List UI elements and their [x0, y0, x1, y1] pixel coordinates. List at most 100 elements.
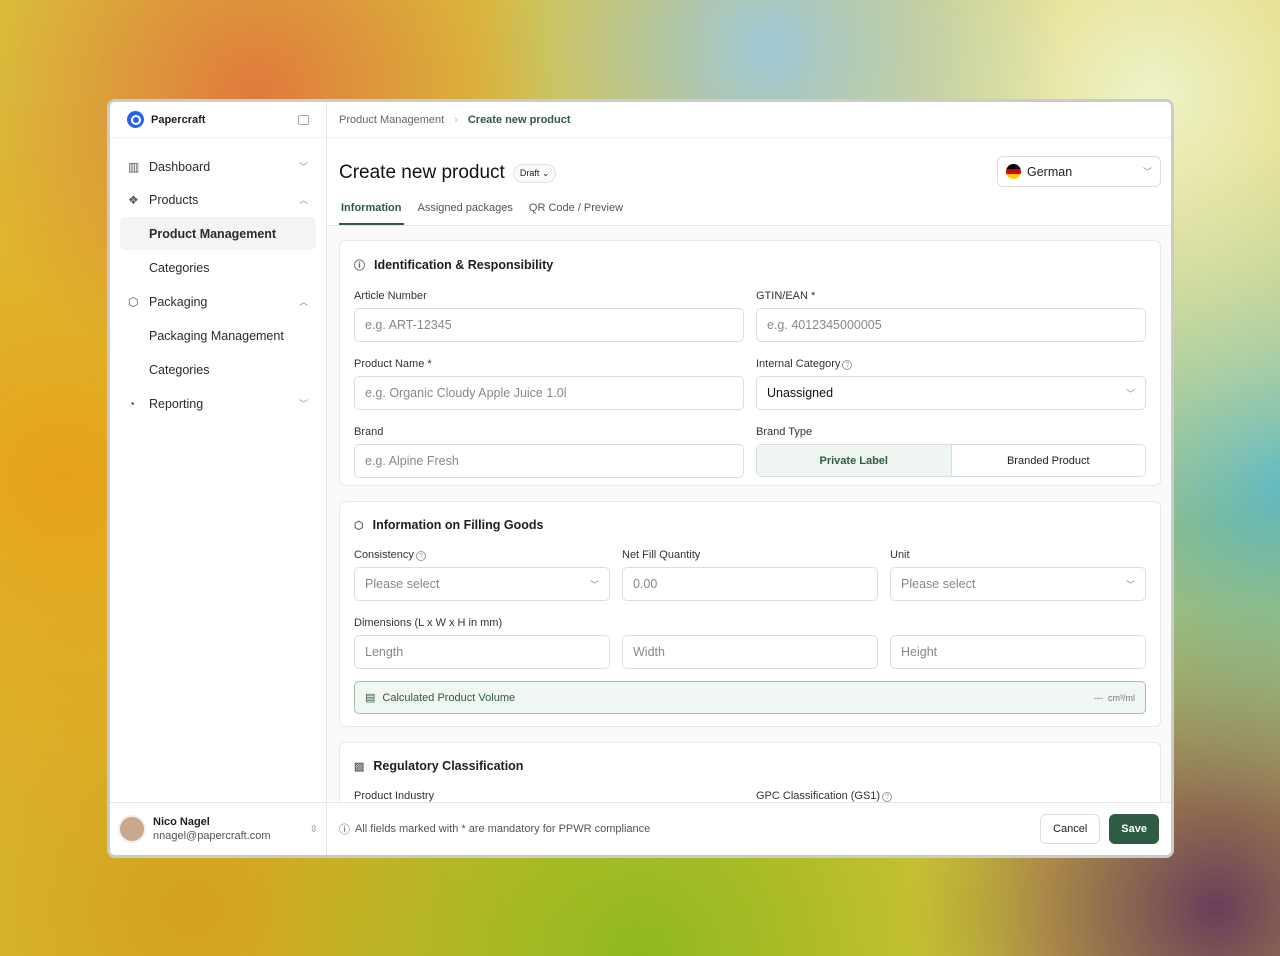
chevron-down-icon: ﹀ — [1143, 165, 1152, 178]
product-name-input[interactable]: e.g. Organic Cloudy Apple Juice 1.0l — [354, 376, 744, 410]
volume-unit: cm³/ml — [1108, 693, 1135, 703]
chevron-up-icon: ︿ — [299, 295, 308, 308]
gtin-input[interactable]: e.g. 4012345000005 — [756, 308, 1146, 342]
internal-category-select[interactable]: Unassigned ﹀ — [756, 376, 1146, 410]
brand-input[interactable]: e.g. Alpine Fresh — [354, 444, 744, 478]
avatar — [118, 815, 146, 843]
bar-chart-icon: ▥ — [128, 160, 142, 174]
sidebar-item-reporting[interactable]: ◔ Reporting ﹀ — [120, 387, 316, 420]
user-name: Nico Nagel — [153, 816, 271, 828]
breadcrumb: Product Management › Create new product — [327, 102, 1171, 138]
section-title: Identification & Responsibility — [374, 258, 553, 272]
chevron-down-icon: ﹀ — [299, 160, 308, 173]
section-title: Information on Filling Goods — [373, 518, 544, 532]
brand: Papercraft — [110, 102, 326, 138]
select-placeholder: Please select — [901, 577, 975, 591]
language-value: German — [1027, 165, 1072, 179]
private-label-option[interactable]: Private Label — [757, 445, 952, 476]
tab-qr-code-preview[interactable]: QR Code / Preview — [527, 202, 625, 225]
pie-chart-icon: ◔ — [128, 397, 142, 411]
sidebar-item-label: Reporting — [149, 397, 203, 411]
chevrons-updown-icon: ⇳ — [310, 824, 318, 835]
article-number-input[interactable]: e.g. ART-12345 — [354, 308, 744, 342]
document-icon: ▨ — [354, 760, 364, 773]
brand-type-toggle: Private LabelBranded Product — [756, 444, 1146, 477]
app-name: Papercraft — [151, 114, 205, 126]
page-header: Create new product Draft ⌄ German ﹀ Inform… — [327, 138, 1171, 226]
products-icon: ❖ — [128, 193, 142, 207]
german-flag-icon — [1006, 164, 1021, 179]
sidebar-item-packaging-categories[interactable]: Categories — [120, 353, 316, 386]
unit-label: Unit — [890, 549, 1146, 561]
save-button[interactable]: Save — [1109, 814, 1159, 844]
gtin-label: GTIN/EAN * — [756, 290, 1146, 302]
sidebar-item-packaging[interactable]: ⬡ Packaging ︿ — [120, 285, 316, 318]
filling-goods-card: ⬡ Information on Filling Goods Consistenc… — [339, 501, 1161, 727]
volume-label: Calculated Product Volume — [382, 692, 515, 704]
sidebar-item-products[interactable]: ❖ Products ︿ — [120, 183, 316, 216]
dimensions-label: Dimensions (L x W x H in mm) — [354, 617, 1146, 629]
sidebar-item-label: Dashboard — [149, 160, 210, 174]
cube-icon: ⬡ — [354, 519, 364, 532]
sidebar-item-product-categories[interactable]: Categories — [120, 251, 316, 284]
net-fill-input[interactable]: 0.00 — [622, 567, 878, 601]
box-icon: ⬡ — [128, 295, 142, 309]
page-title: Create new product — [339, 162, 505, 184]
sidebar-item-product-management[interactable]: Product Management — [120, 217, 316, 250]
form-footer: ⓘ All fields marked with * are mandatory… — [327, 802, 1171, 855]
gpc-label: GPC Classification (GS1) — [756, 790, 880, 802]
chevron-down-icon: ﹀ — [590, 578, 599, 591]
unit-select[interactable]: Please select ﹀ — [890, 567, 1146, 601]
chevron-right-icon: › — [454, 114, 458, 126]
product-name-label: Product Name * — [354, 358, 744, 370]
status-label: Draft — [520, 168, 540, 178]
chevron-down-icon: ﹀ — [1126, 387, 1135, 400]
section-title: Regulatory Classification — [373, 759, 523, 773]
width-input[interactable]: Width — [622, 635, 878, 669]
brand-type-label: Brand Type — [756, 426, 1146, 438]
chevron-down-icon: ﹀ — [1126, 578, 1135, 591]
breadcrumb-product-management[interactable]: Product Management — [339, 114, 444, 126]
papercraft-logo-icon — [127, 111, 144, 128]
info-icon: ⓘ — [354, 257, 365, 273]
length-input[interactable]: Length — [354, 635, 610, 669]
sidebar-item-label: Packaging — [149, 295, 207, 309]
select-placeholder: Please select — [365, 577, 439, 591]
article-number-label: Article Number — [354, 290, 744, 302]
tab-information[interactable]: Information — [339, 202, 404, 225]
branded-product-option[interactable]: Branded Product — [952, 445, 1146, 476]
status-dropdown[interactable]: Draft ⌄ — [513, 164, 557, 183]
help-icon[interactable]: ? — [882, 792, 892, 802]
sidebar: Papercraft ▥ Dashboard ﹀ ❖ Products ︿ Produc… — [110, 102, 327, 855]
chevron-up-icon: ︿ — [299, 193, 308, 206]
chevron-down-icon: ﹀ — [299, 397, 308, 410]
height-input[interactable]: Height — [890, 635, 1146, 669]
consistency-select[interactable]: Please select ﹀ — [354, 567, 610, 601]
net-fill-label: Net Fill Quantity — [622, 549, 878, 561]
user-email: nnagel@papercraft.com — [153, 830, 271, 842]
calculator-icon: ▤ — [365, 691, 375, 704]
volume-value: --- — [1094, 693, 1103, 703]
sidebar-toggle-icon[interactable] — [298, 115, 309, 125]
help-icon[interactable]: ? — [416, 551, 426, 561]
sidebar-item-dashboard[interactable]: ▥ Dashboard ﹀ — [120, 150, 316, 183]
main-content: Product Management › Create new product … — [327, 102, 1171, 855]
sidebar-item-label: Products — [149, 193, 198, 207]
user-menu[interactable]: Nico Nagel nnagel@papercraft.com ⇳ — [110, 802, 326, 855]
identification-card: ⓘ Identification & Responsibility Article… — [339, 240, 1161, 486]
sidebar-item-packaging-management[interactable]: Packaging Management — [120, 319, 316, 352]
breadcrumb-current: Create new product — [468, 114, 571, 126]
select-value: Unassigned — [767, 386, 833, 400]
brand-label: Brand — [354, 426, 744, 438]
app-window: Papercraft ▥ Dashboard ﹀ ❖ Products ︿ Produc… — [107, 99, 1174, 858]
cancel-button[interactable]: Cancel — [1040, 814, 1100, 844]
consistency-label: Consistency — [354, 549, 414, 561]
mandatory-note: All fields marked with * are mandatory f… — [355, 823, 650, 835]
help-icon[interactable]: ? — [842, 360, 852, 370]
product-industry-label: Product Industry — [354, 790, 744, 802]
language-select[interactable]: German ﹀ — [997, 156, 1161, 187]
internal-category-label: Internal Category — [756, 358, 840, 370]
info-icon: ⓘ — [339, 821, 350, 837]
calculated-volume: ▤ Calculated Product Volume --- cm³/ml — [354, 681, 1146, 714]
tab-assigned-packages[interactable]: Assigned packages — [416, 202, 515, 225]
